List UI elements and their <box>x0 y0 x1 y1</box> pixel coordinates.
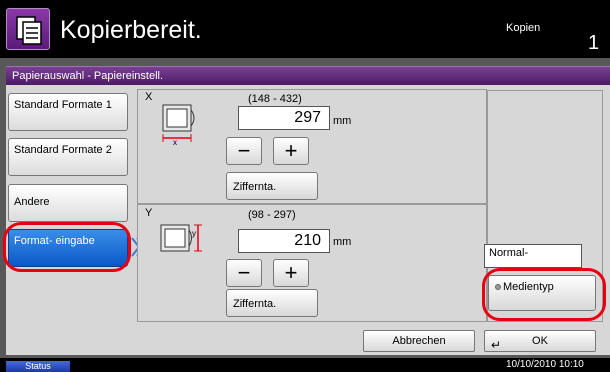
paper-length-icon: y <box>160 224 202 252</box>
svg-text:x: x <box>173 138 177 146</box>
sidebar-item-label: Standard Formate 2 <box>14 144 112 156</box>
x-axis-label: X <box>145 91 153 103</box>
sidebar-item-standard-formats-2[interactable]: Standard Formate 2 <box>8 138 128 176</box>
dialog-title: Papierauswahl - Papiereinstell. <box>6 66 610 85</box>
x-range: (148 - 432) <box>248 93 302 105</box>
status-button[interactable]: Status <box>6 361 70 372</box>
copy-icon <box>6 8 50 50</box>
x-value-field[interactable]: 297 <box>238 106 330 130</box>
y-keypad-button[interactable]: Ziffernta. <box>226 289 318 317</box>
svg-text:y: y <box>192 229 196 238</box>
copies-label: Kopien <box>506 22 541 34</box>
y-plus-button[interactable]: + <box>273 259 309 287</box>
x-minus-button[interactable]: − <box>226 137 262 165</box>
enter-icon: ↵ <box>491 338 502 352</box>
sidebar-item-standard-formats-1[interactable]: Standard Formate 1 <box>8 93 128 131</box>
sidebar-item-label: Standard Formate 1 <box>14 99 112 111</box>
cancel-button[interactable]: Abbrechen <box>363 330 475 352</box>
y-minus-button[interactable]: − <box>226 259 262 287</box>
y-axis-label: Y <box>145 207 153 219</box>
datetime: 10/10/2010 10:10 <box>506 359 584 370</box>
page-title: Kopierbereit. <box>60 16 202 44</box>
copies-count: 1 <box>588 32 600 54</box>
highlight-ring <box>3 222 131 272</box>
y-range: (98 - 297) <box>248 209 296 221</box>
x-plus-button[interactable]: + <box>273 137 309 165</box>
y-unit: mm <box>333 236 352 248</box>
media-type-text: Normal- <box>489 247 529 259</box>
highlight-ring <box>482 268 606 321</box>
media-type-value: Normal- <box>484 244 582 268</box>
sidebar-item-label: Andere <box>14 196 50 208</box>
x-unit: mm <box>333 115 352 127</box>
ok-button[interactable]: ↵ OK <box>484 330 596 352</box>
x-keypad-button[interactable]: Ziffernta. <box>226 172 318 200</box>
sidebar-item-other[interactable]: Andere <box>8 184 128 222</box>
paper-width-icon: x <box>162 104 195 146</box>
y-value-field[interactable]: 210 <box>238 229 330 253</box>
ok-label: OK <box>532 335 548 347</box>
